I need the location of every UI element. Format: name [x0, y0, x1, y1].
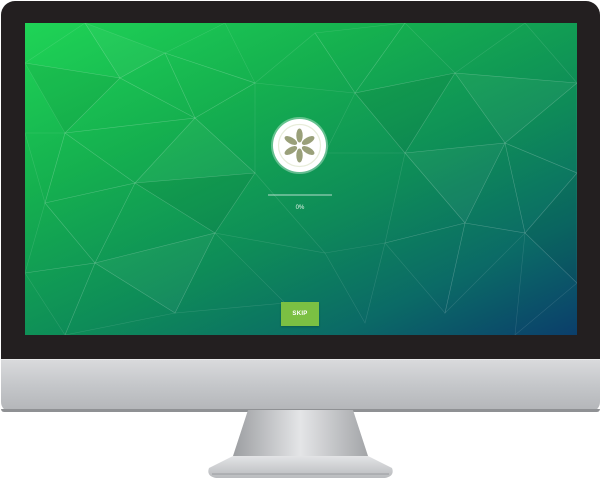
- monitor-stand: [208, 410, 393, 478]
- skip-button[interactable]: SKIP: [281, 302, 319, 326]
- polygon-background: [25, 23, 577, 335]
- monitor-screen: [25, 23, 577, 335]
- cucumber-slice-icon: [273, 119, 326, 172]
- monitor-chin: [1, 359, 600, 412]
- loading-progress-label: 0%: [295, 205, 305, 211]
- monitor: 0% SKIP: [0, 0, 601, 481]
- loading-progress-bar: [268, 194, 332, 196]
